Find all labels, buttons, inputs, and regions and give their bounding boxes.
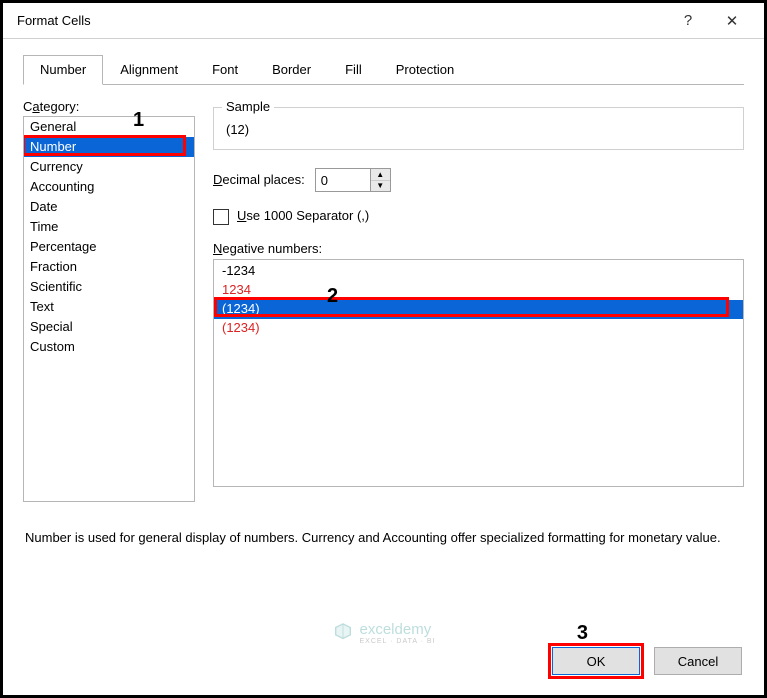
tab-strip: Number Alignment Font Border Fill Protec… <box>23 55 744 85</box>
close-button[interactable]: ✕ <box>710 6 754 36</box>
category-item-percentage[interactable]: Percentage <box>24 237 194 257</box>
spinner-buttons: ▲ ▼ <box>370 169 390 191</box>
watermark: exceldemy EXCEL · DATA · BI <box>332 621 436 645</box>
dialog-title: Format Cells <box>17 13 666 28</box>
watermark-brand: exceldemy <box>360 621 436 638</box>
dialog-buttons: OK Cancel <box>548 643 742 679</box>
tab-fill[interactable]: Fill <box>328 55 379 84</box>
help-icon: ? <box>684 12 692 29</box>
negative-item-red[interactable]: 1234 <box>214 281 743 300</box>
tab-alignment[interactable]: Alignment <box>103 55 195 84</box>
tab-protection[interactable]: Protection <box>379 55 472 84</box>
sample-group: Sample (12) <box>213 107 744 150</box>
category-description: Number is used for general display of nu… <box>23 528 744 548</box>
titlebar: Format Cells ? ✕ <box>3 3 764 39</box>
negative-numbers-listbox[interactable]: -1234 1234 (1234) (1234) <box>213 259 744 487</box>
spinner-down-icon[interactable]: ▼ <box>371 181 390 192</box>
sample-legend: Sample <box>222 99 274 114</box>
close-icon: ✕ <box>726 12 739 30</box>
decimal-places-input[interactable] <box>316 169 370 191</box>
category-item-fraction[interactable]: Fraction <box>24 257 194 277</box>
category-item-number[interactable]: Number <box>24 137 194 157</box>
thousands-separator-label: Use 1000 Separator (,) <box>237 208 369 223</box>
tab-border[interactable]: Border <box>255 55 328 84</box>
negative-numbers-label: Negative numbers: <box>213 241 744 256</box>
annotation-number-1: 1 <box>133 109 144 132</box>
category-item-scientific[interactable]: Scientific <box>24 277 194 297</box>
options-column: Sample (12) Decimal places: ▲ ▼ <box>213 99 744 502</box>
category-listbox[interactable]: General Number Currency Accounting Date … <box>23 116 195 502</box>
category-label: Category: <box>23 99 195 114</box>
annotation-box-3: OK <box>548 643 644 679</box>
thousands-separator-row: Use 1000 Separator (,) <box>213 208 744 225</box>
tab-font[interactable]: Font <box>195 55 255 84</box>
annotation-number-2: 2 <box>327 285 338 308</box>
ok-button[interactable]: OK <box>552 647 640 675</box>
negative-item-red-parens[interactable]: (1234) <box>214 319 743 338</box>
decimal-places-label: Decimal places: <box>213 172 305 187</box>
tab-number[interactable]: Number <box>23 55 103 85</box>
category-item-currency[interactable]: Currency <box>24 157 194 177</box>
help-button[interactable]: ? <box>666 6 710 36</box>
negative-list-inner: -1234 1234 (1234) (1234) <box>214 260 743 486</box>
decimal-places-row: Decimal places: ▲ ▼ <box>213 168 744 192</box>
negative-item-minus[interactable]: -1234 <box>214 262 743 281</box>
category-item-special[interactable]: Special <box>24 317 194 337</box>
spinner-up-icon[interactable]: ▲ <box>371 169 390 181</box>
annotation-number-3: 3 <box>577 622 588 645</box>
cancel-button[interactable]: Cancel <box>654 647 742 675</box>
negative-item-parens[interactable]: (1234) <box>214 300 743 319</box>
thousands-separator-checkbox[interactable] <box>213 209 229 225</box>
watermark-icon <box>332 622 354 644</box>
watermark-sub: EXCEL · DATA · BI <box>360 638 436 645</box>
dialog-content: Number Alignment Font Border Fill Protec… <box>3 39 764 548</box>
category-list-inner: General Number Currency Accounting Date … <box>24 117 194 501</box>
category-item-accounting[interactable]: Accounting <box>24 177 194 197</box>
category-item-custom[interactable]: Custom <box>24 337 194 357</box>
sample-value: (12) <box>224 122 733 137</box>
category-item-time[interactable]: Time <box>24 217 194 237</box>
category-item-text[interactable]: Text <box>24 297 194 317</box>
category-item-general[interactable]: General <box>24 117 194 137</box>
main-area: Category: General Number Currency Accoun… <box>23 99 744 502</box>
category-item-date[interactable]: Date <box>24 197 194 217</box>
decimal-places-spinner[interactable]: ▲ ▼ <box>315 168 391 192</box>
category-column: Category: General Number Currency Accoun… <box>23 99 195 502</box>
